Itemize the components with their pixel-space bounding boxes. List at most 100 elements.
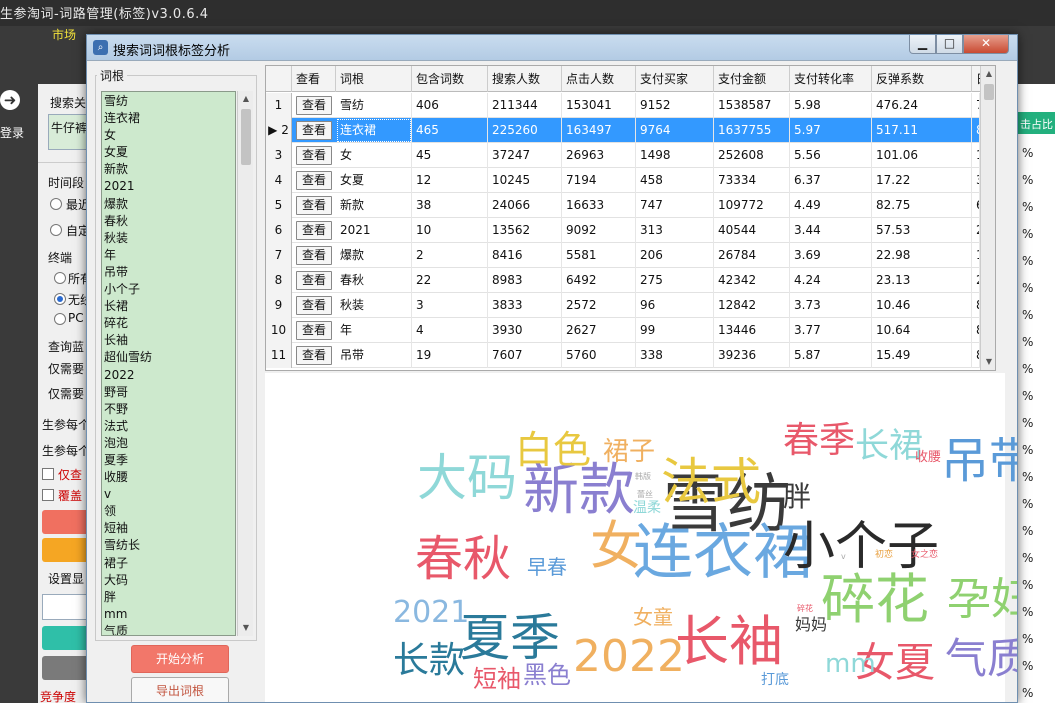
word-root-item[interactable]: 野哥 (104, 384, 222, 401)
word-root-item[interactable]: 领 (104, 503, 222, 520)
column-header[interactable]: 点击人数 (562, 66, 636, 92)
word-list-scroll-thumb[interactable] (241, 109, 251, 165)
table-row[interactable]: 5查看新款3824066166337471097724.4982.756... (266, 193, 995, 218)
word-root-item[interactable]: 胖 (104, 589, 222, 606)
table-row[interactable]: 3查看女45372472696314982526085.56101.061... (266, 143, 995, 168)
column-header[interactable]: 词根 (336, 66, 412, 92)
radio-wireless[interactable] (54, 293, 66, 305)
table-cell-search: 3833 (488, 293, 562, 318)
left-rail: ➜ 登录 (0, 84, 38, 703)
cloud-word: 收腰 (915, 450, 942, 465)
column-header[interactable]: 查看 (292, 66, 336, 92)
view-button[interactable]: 查看 (296, 221, 332, 240)
view-button[interactable]: 查看 (296, 146, 332, 165)
only-check-checkbox[interactable] (42, 468, 54, 480)
table-row[interactable]: 1 查看 雪纺 406 211344 153041 9152 1538587 5.98 476.2… (266, 93, 995, 118)
word-root-item[interactable]: 雪纺长 (104, 537, 222, 554)
table-cell-buyers: 9764 (636, 118, 714, 143)
word-root-item[interactable]: 裙子 (104, 555, 222, 572)
table-row[interactable]: 9查看秋装33833257296128423.7310.468... (266, 293, 995, 318)
word-root-item[interactable]: 2021 (104, 178, 222, 195)
scroll-down-icon[interactable]: ▼ (238, 620, 254, 636)
word-root-item[interactable]: 女 (104, 127, 222, 144)
radio-recent[interactable] (50, 198, 62, 210)
word-root-item[interactable]: 大码 (104, 572, 222, 589)
view-button[interactable]: 查看 (296, 121, 332, 140)
table-row[interactable]: 4查看女夏12102457194458733346.3717.223... (266, 168, 995, 193)
view-button[interactable]: 查看 (296, 96, 332, 115)
start-analysis-button[interactable]: 开始分析 (131, 645, 229, 673)
table-row[interactable]: ▶ 2 查看 连衣裙 465 225260 163497 9764 1637755 5.97 51… (266, 118, 995, 143)
export-word-roots-button[interactable]: 导出词根 (131, 677, 229, 702)
word-root-item[interactable]: 碎花 (104, 315, 222, 332)
table-row[interactable]: 7查看爆款284165581206267843.6922.981... (266, 243, 995, 268)
word-root-item[interactable]: 秋装 (104, 230, 222, 247)
view-button[interactable]: 查看 (296, 346, 332, 365)
table-scroll-thumb[interactable] (984, 84, 994, 100)
table-cell-day: 8... (972, 118, 980, 143)
dialog-title-bar[interactable]: ⌕ 搜索词词根标签分析 ▁ □ ✕ (87, 35, 1017, 61)
table-cell-amount: 39236 (714, 343, 790, 368)
word-root-item[interactable]: 短袖 (104, 520, 222, 537)
word-root-item[interactable]: 春秋 (104, 213, 222, 230)
app-title-bar: 生参淘词-词路管理(标签)v3.0.6.4 (0, 0, 1055, 26)
view-button[interactable]: 查看 (296, 271, 332, 290)
word-root-item[interactable]: 长袖 (104, 332, 222, 349)
table-scroll-up-icon[interactable]: ▲ (981, 66, 995, 82)
word-root-item[interactable]: 不野 (104, 401, 222, 418)
word-root-item[interactable]: 2022 (104, 367, 222, 384)
word-root-list[interactable]: 雪纺 连衣裙女女夏 新款 2021 爆款 春秋 秋装年吊带 小个子 长裙 碎花 长袖 超仙雪纺 2022… (101, 91, 236, 636)
word-root-item[interactable]: v (104, 486, 222, 503)
table-scroll-down-icon[interactable]: ▼ (981, 354, 995, 370)
nav-market-tab[interactable]: 市场 (52, 26, 76, 43)
radio-pc[interactable] (54, 313, 66, 325)
word-root-item[interactable]: 法式 (104, 418, 222, 435)
word-root-item[interactable]: 长裙 (104, 298, 222, 315)
word-root-item[interactable]: 新款 (104, 161, 222, 178)
word-root-item[interactable]: 超仙雪纺 (104, 349, 222, 366)
word-root-item[interactable]: 小个子 (104, 281, 222, 298)
table-row[interactable]: 11查看吊带1976075760338392365.8715.498... (266, 343, 995, 368)
word-root-item[interactable]: 连衣裙 (104, 110, 222, 127)
word-root-item[interactable]: 女夏 (104, 144, 222, 161)
radio-custom[interactable] (50, 224, 62, 236)
view-button[interactable]: 查看 (296, 246, 332, 265)
view-button[interactable]: 查看 (296, 296, 332, 315)
scroll-up-icon[interactable]: ▲ (238, 91, 254, 107)
word-list-scrollbar[interactable]: ▲ ▼ (237, 91, 253, 636)
table-row[interactable]: 8查看春秋2289836492275423424.2423.132... (266, 268, 995, 293)
percent-cell: % (1022, 659, 1034, 673)
login-label[interactable]: 登录 (0, 124, 24, 141)
minimize-button[interactable]: ▁ (909, 35, 936, 54)
word-root-item[interactable]: 收腰 (104, 469, 222, 486)
radio-all[interactable] (54, 272, 66, 284)
word-root-item[interactable]: 爆款 (104, 196, 222, 213)
word-root-item[interactable]: mm (104, 606, 222, 623)
table-scrollbar[interactable]: ▲ ▼ (980, 66, 995, 370)
column-header[interactable]: 支付买家 (636, 66, 714, 92)
percent-cell: % (1022, 281, 1034, 295)
column-header[interactable]: 包含词数 (412, 66, 488, 92)
word-root-item[interactable]: 雪纺 (104, 93, 222, 110)
table-cell-word: 秋装 (336, 293, 412, 318)
column-header[interactable]: 支付转化率 (790, 66, 872, 92)
maximize-button[interactable]: □ (936, 35, 963, 54)
view-button[interactable]: 查看 (296, 171, 332, 190)
column-header[interactable]: 支付金额 (714, 66, 790, 92)
column-header[interactable]: 搜索人数 (488, 66, 562, 92)
table-cell-buyers: 338 (636, 343, 714, 368)
table-cell-buyers: 275 (636, 268, 714, 293)
word-root-item[interactable]: 泡泡 (104, 435, 222, 452)
view-button[interactable]: 查看 (296, 196, 332, 215)
word-root-item[interactable]: 气质 (104, 623, 222, 635)
word-root-item[interactable]: 年 (104, 247, 222, 264)
view-button[interactable]: 查看 (296, 321, 332, 340)
word-root-item[interactable]: 吊带 (104, 264, 222, 281)
word-root-item[interactable]: 夏季 (104, 452, 222, 469)
close-button[interactable]: ✕ (963, 35, 1009, 54)
arrow-right-circle-icon[interactable]: ➜ (0, 90, 20, 110)
column-header[interactable]: 反弹系数 (872, 66, 972, 92)
cover-checkbox[interactable] (42, 489, 54, 501)
table-row[interactable]: 10查看年43930262799134463.7710.648... (266, 318, 995, 343)
table-row[interactable]: 6查看202110135629092313405443.4457.532... (266, 218, 995, 243)
